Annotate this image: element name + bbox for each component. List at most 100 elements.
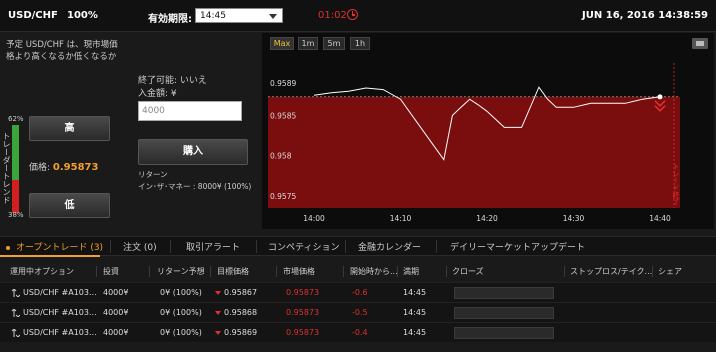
expiry-value: 14:45 [403,288,427,297]
x-tick-label: 14:40 [649,214,671,223]
investment-value: 4000¥ [103,308,129,317]
table-row[interactable]: USD/CHF #A103... 4000¥ 0¥ (100%) 0.95867… [0,282,716,302]
top-bar: USD/CHF 100% 有効期限: 14:45 01:02 JUN 16, 2… [0,0,716,32]
x-tick-label: 14:30 [563,214,585,223]
investment-panel: 終了可能: いいえ 入金額: ¥ 4000 購入 リターン イン･ザ･マネー :… [128,33,258,229]
x-tick-label: 14:10 [390,214,412,223]
col-change-since-open: 開始時から... [350,267,398,276]
gauge-low-percent: 38% [8,211,24,219]
table-footer [0,343,716,352]
tab-divider [110,240,111,253]
option-name: USD/CHF #A103... [23,288,97,297]
col-target-price: 目標価格 [217,267,249,276]
change-value: -0.4 [352,328,368,337]
price-value: 0.95873 [52,162,99,173]
col-divider [446,266,447,277]
y-tick-label: 0.958 [270,152,292,161]
tab-orders[interactable]: 注文 (0) [123,240,157,253]
tab-divider [170,240,171,253]
tab-divider [345,240,346,253]
tab-daily-update[interactable]: デイリーマーケットアップデート [450,240,585,253]
chevron-down-icon [269,14,277,19]
expected-return-value: 0¥ (100%) [160,308,202,317]
prediction-panel: 予定 USD/CHF は、現市場価格より高くなるか低くなるか 62% トレーダー… [0,33,128,229]
col-share: シェア [658,267,682,276]
change-value: -0.5 [352,308,368,317]
gauge-low-bar [12,179,19,213]
target-price-value: 0.95869 [224,328,258,337]
price-chart[interactable]: Max 1m 5m 1h トレード終了 0.9589 0.9585 0.958 0.95… [262,33,714,229]
arrow-down-icon [215,331,221,335]
tab-open-trades[interactable]: オープントレード (3) [6,240,103,253]
x-tick-label: 14:20 [476,214,498,223]
expiry-value: 14:45 [403,328,427,337]
expected-return-value: 0¥ (100%) [160,288,202,297]
tab-financial-calendar[interactable]: 金融カレンダー [358,240,421,253]
payout-percent: 100% [67,10,98,21]
zoom-1h[interactable]: 1h [350,37,370,50]
col-market-price: 市場価格 [283,267,315,276]
expiry-value: 14:45 [403,308,427,317]
col-divider [210,266,211,277]
amount-input[interactable]: 4000 [138,101,242,121]
active-tab-underline [0,255,100,257]
close-trade-button[interactable] [454,287,554,299]
col-divider [397,266,398,277]
price-label: 価格: [29,163,51,173]
high-button[interactable]: 高 [29,116,110,141]
expiry-label: 有効期限: [148,14,192,25]
col-expiry: 満期 [403,267,419,276]
expiry-select[interactable]: 14:45 [195,8,283,23]
col-expected-return: リターン予想 [157,267,205,276]
amount-label: 入金額: ¥ [138,89,177,99]
investment-value: 4000¥ [103,328,129,337]
gauge-high-bar [12,125,19,180]
y-tick-label: 0.9589 [270,79,296,88]
market-price-value: 0.95873 [286,288,320,297]
prediction-question: 予定 USD/CHF は、現市場価格より高くなるか低くなるか [6,40,118,62]
trade-end-label: トレード終了 [672,163,680,205]
chart-settings-icon[interactable] [692,38,708,49]
option-type-icon [11,289,20,297]
col-option: 運用中オプション [10,267,74,276]
zoom-5m[interactable]: 5m [323,37,345,50]
buy-button[interactable]: 購入 [138,139,248,165]
option-type-icon [11,329,20,337]
col-divider [652,266,653,277]
in-the-money-return: イン･ザ･マネー : 8000¥ (100%) [138,182,252,191]
bottom-tabs: オープントレード (3) 注文 (0) 取引アラート コンペティション 金融カレ… [0,236,716,256]
active-dot-icon [6,245,10,250]
clock-icon [347,9,358,20]
col-divider [564,266,565,277]
table-row[interactable]: USD/CHF #A103... 4000¥ 0¥ (100%) 0.95869… [0,322,716,342]
low-button[interactable]: 低 [29,193,110,218]
col-stoploss: ストップロス/テイク... [570,267,653,276]
tab-competition[interactable]: コンペティション [268,240,339,253]
tab-open-trades-label: オープントレード (3) [16,243,104,253]
table-row[interactable]: USD/CHF #A103... 4000¥ 0¥ (100%) 0.95868… [0,302,716,322]
tab-divider [256,240,257,253]
zoom-max[interactable]: Max [270,37,294,50]
close-trade-button[interactable] [454,327,554,339]
col-divider [276,266,277,277]
col-investment: 投資 [103,267,119,276]
current-price-marker [657,94,663,100]
sentiment-gauge [12,125,19,213]
price-readout: 価格: 0.95873 [29,160,98,173]
return-label: リターン [138,170,168,179]
tab-trade-alerts[interactable]: 取引アラート [186,240,240,253]
y-tick-label: 0.9585 [270,111,296,120]
close-trade-button[interactable] [454,307,554,319]
early-close-status: 終了可能: いいえ [138,76,207,86]
countdown-timer: 01:02 [318,10,347,21]
col-close: クローズ [452,267,484,276]
investment-value: 4000¥ [103,288,129,297]
col-divider [149,266,150,277]
asset-pair[interactable]: USD/CHF [8,10,58,21]
col-divider [96,266,97,277]
below-price-zone [268,96,680,208]
arrow-down-icon [215,311,221,315]
gauge-high-percent: 62% [8,115,24,123]
zoom-1m[interactable]: 1m [298,37,318,50]
tab-divider [436,240,437,253]
